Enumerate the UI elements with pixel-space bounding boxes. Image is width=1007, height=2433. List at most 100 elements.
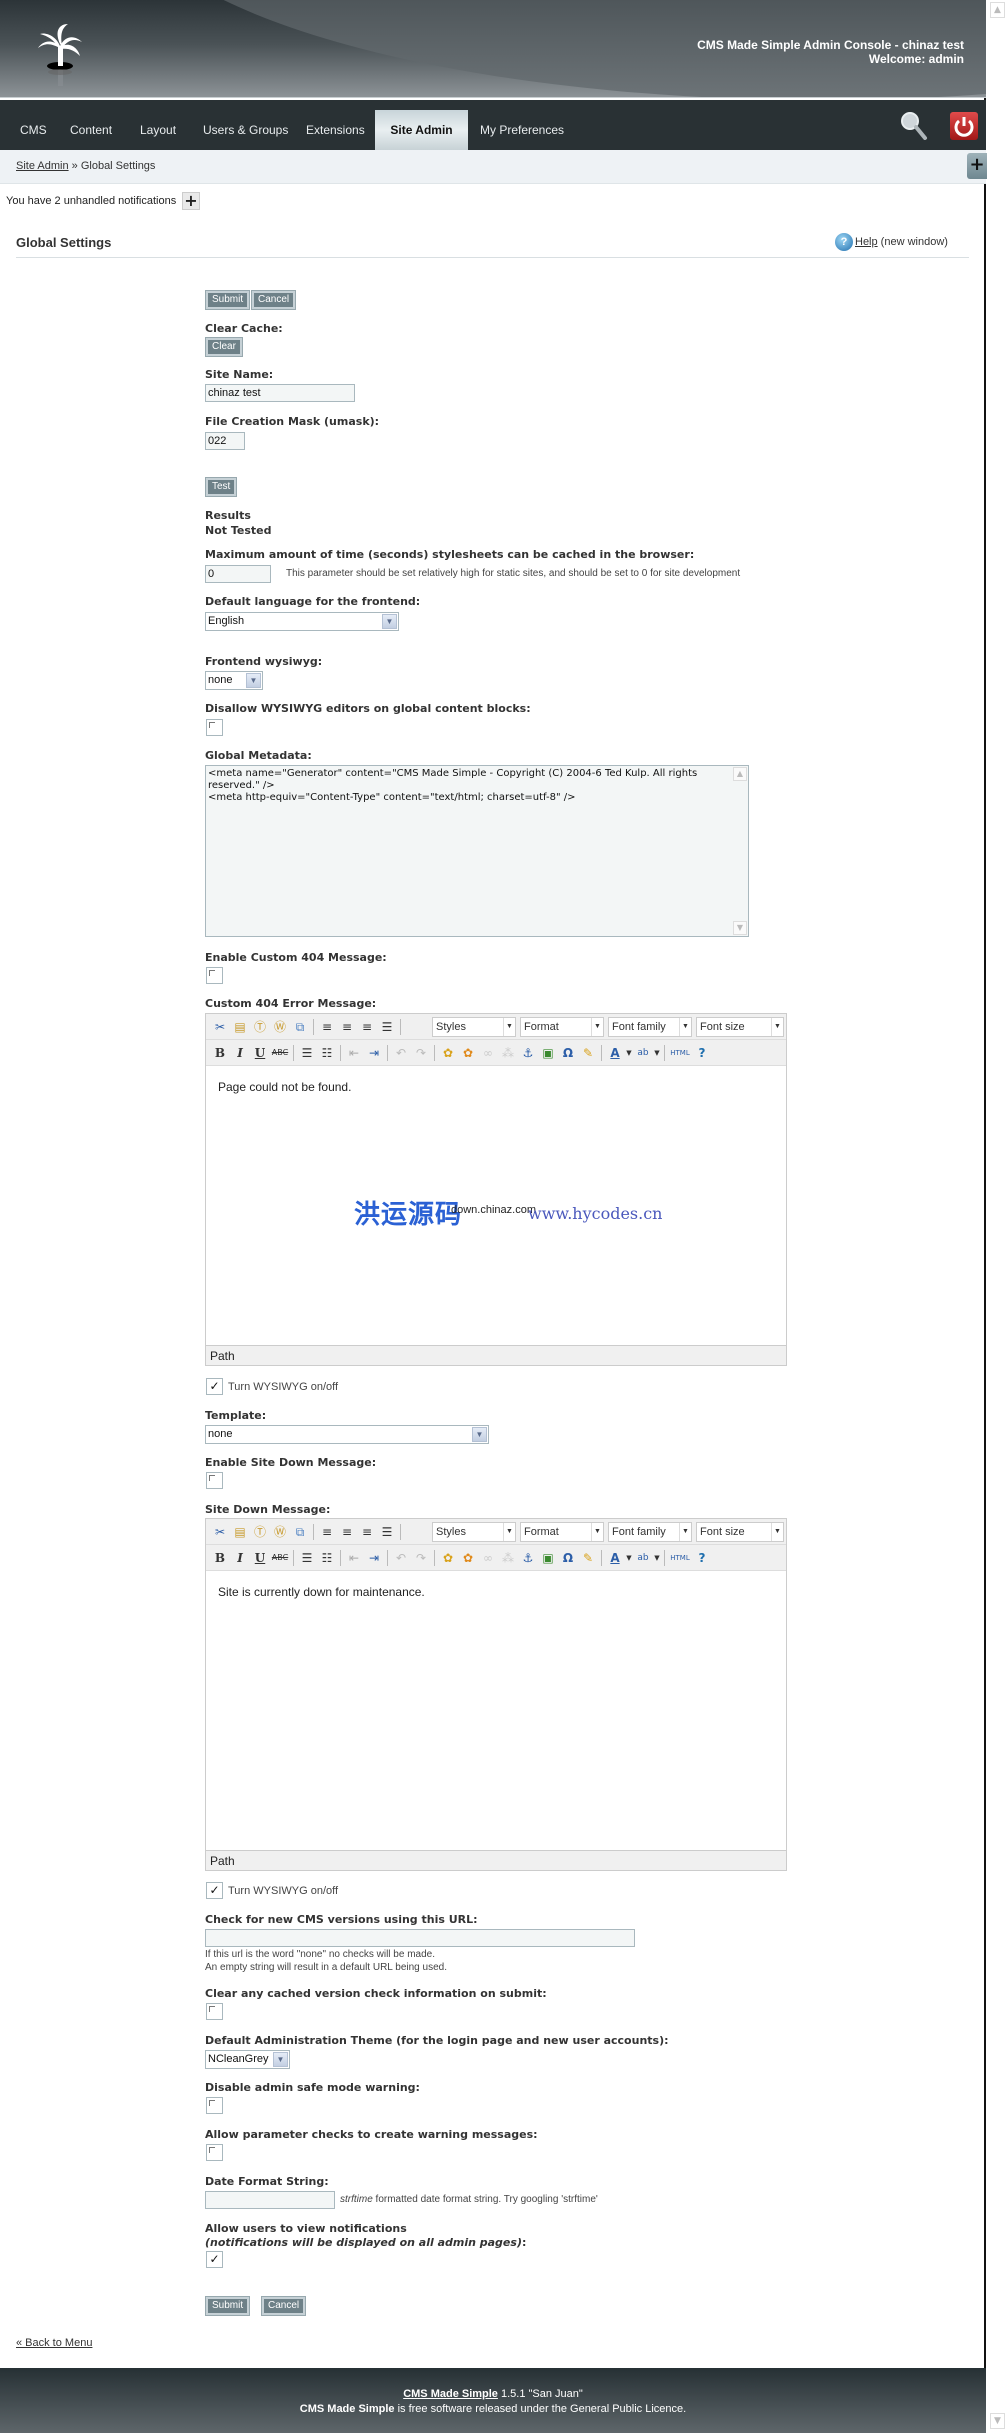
- submit-button-top[interactable]: Submit: [204, 290, 251, 310]
- copy-icon[interactable]: ⧉: [290, 1523, 310, 1541]
- cms-link-icon[interactable]: ✿: [438, 1549, 458, 1567]
- nav-item-my-preferences[interactable]: My Preferences: [468, 100, 576, 150]
- image-icon[interactable]: ▣: [538, 1549, 558, 1567]
- html-source-icon[interactable]: HTML: [668, 1044, 692, 1062]
- nav-item-extensions[interactable]: Extensions: [294, 100, 377, 150]
- nav-item-cms[interactable]: CMS: [8, 100, 59, 150]
- global-metadata-textarea[interactable]: <meta name="Generator" content="CMS Made…: [205, 765, 749, 937]
- cleanup-icon[interactable]: ✎: [578, 1549, 598, 1567]
- align-left-icon[interactable]: ≡: [317, 1523, 337, 1541]
- cut-icon[interactable]: ✂: [210, 1523, 230, 1541]
- page-scrollbar[interactable]: ▲ ▼: [988, 0, 1007, 2433]
- breadcrumb-site-admin-link[interactable]: Site Admin: [16, 160, 69, 172]
- highlight-color-icon[interactable]: ab: [633, 1044, 653, 1062]
- textarea-scroll-up-icon[interactable]: ▲: [733, 767, 747, 781]
- highlight-dropdown-icon[interactable]: ▼: [653, 1549, 661, 1567]
- editor-content-area[interactable]: Site is currently down for maintenance.: [206, 1571, 786, 1850]
- clear-cache-button[interactable]: Clear: [205, 337, 243, 357]
- help-icon[interactable]: ?: [692, 1044, 712, 1062]
- anchor-icon[interactable]: ⚓: [518, 1549, 538, 1567]
- help-icon[interactable]: ?: [835, 233, 853, 251]
- font-family-dropdown[interactable]: Font family ▼: [608, 1017, 692, 1037]
- align-center-icon[interactable]: ≡: [337, 1018, 357, 1036]
- safe-mode-checkbox[interactable]: [206, 2097, 223, 2114]
- umask-input[interactable]: 022: [205, 432, 245, 450]
- cms-link-icon[interactable]: ✿: [438, 1044, 458, 1062]
- align-right-icon[interactable]: ≡: [357, 1018, 377, 1036]
- align-justify-icon[interactable]: ☰: [377, 1523, 397, 1541]
- html-source-icon[interactable]: HTML: [668, 1549, 692, 1567]
- unlink-icon[interactable]: ⁂: [498, 1044, 518, 1062]
- site-name-input[interactable]: chinaz test: [205, 384, 355, 402]
- help-link[interactable]: Help: [855, 236, 878, 248]
- disallow-wysiwyg-checkbox[interactable]: [206, 719, 223, 736]
- numbered-list-icon[interactable]: ☷: [317, 1044, 337, 1062]
- strikethrough-icon[interactable]: ABC: [270, 1549, 290, 1567]
- admin-theme-select[interactable]: NCleanGrey ▼: [205, 2050, 290, 2069]
- highlight-dropdown-icon[interactable]: ▼: [653, 1044, 661, 1062]
- nav-item-site-admin[interactable]: Site Admin: [375, 110, 468, 150]
- cancel-button-bottom[interactable]: Cancel: [260, 2296, 307, 2316]
- date-format-input[interactable]: [205, 2191, 335, 2209]
- notifications-toggle-button[interactable]: +: [182, 192, 200, 210]
- paste-icon[interactable]: ▤: [230, 1523, 250, 1541]
- enable-404-checkbox[interactable]: [206, 967, 223, 984]
- test-button[interactable]: Test: [204, 477, 238, 497]
- undo-icon[interactable]: ↶: [391, 1549, 411, 1567]
- bullet-list-icon[interactable]: ☰: [297, 1549, 317, 1567]
- highlight-color-icon[interactable]: ab: [633, 1549, 653, 1567]
- template-select[interactable]: none ▼: [205, 1425, 489, 1444]
- enable-sitedown-checkbox[interactable]: [206, 1472, 223, 1489]
- italic-icon[interactable]: I: [230, 1549, 250, 1567]
- wysiwyg-toggle-checkbox-2[interactable]: ✓: [206, 1882, 223, 1899]
- format-dropdown[interactable]: Format ▼: [520, 1522, 604, 1542]
- text-color-icon[interactable]: A: [605, 1549, 625, 1567]
- module-link-icon[interactable]: ✿: [458, 1549, 478, 1567]
- cancel-button-top[interactable]: Cancel: [250, 290, 297, 310]
- image-icon[interactable]: ▣: [538, 1044, 558, 1062]
- bold-icon[interactable]: B: [210, 1549, 230, 1567]
- paste-word-icon[interactable]: Ⓦ: [270, 1018, 290, 1036]
- font-family-dropdown[interactable]: Font family ▼: [608, 1522, 692, 1542]
- align-justify-icon[interactable]: ☰: [377, 1018, 397, 1036]
- notifications-checkbox[interactable]: ✓: [206, 2251, 223, 2268]
- bold-icon[interactable]: B: [210, 1044, 230, 1062]
- text-color-dropdown-icon[interactable]: ▼: [625, 1044, 633, 1062]
- italic-icon[interactable]: I: [230, 1044, 250, 1062]
- param-checks-checkbox[interactable]: [206, 2144, 223, 2161]
- align-center-icon[interactable]: ≡: [337, 1523, 357, 1541]
- special-char-icon[interactable]: Ω: [558, 1044, 578, 1062]
- paste-word-icon[interactable]: Ⓦ: [270, 1523, 290, 1541]
- paste-text-icon[interactable]: Ⓣ: [250, 1523, 270, 1541]
- css-cache-input[interactable]: 0: [205, 565, 271, 583]
- outdent-icon[interactable]: ⇤: [344, 1044, 364, 1062]
- cut-icon[interactable]: ✂: [210, 1018, 230, 1036]
- nav-item-layout[interactable]: Layout: [128, 100, 188, 150]
- text-color-dropdown-icon[interactable]: ▼: [625, 1549, 633, 1567]
- submit-button-bottom[interactable]: Submit: [204, 2296, 251, 2316]
- frontend-language-select[interactable]: English ▼: [205, 612, 399, 631]
- wysiwyg-toggle-checkbox-1[interactable]: ✓: [206, 1378, 223, 1395]
- indent-icon[interactable]: ⇥: [364, 1549, 384, 1567]
- align-left-icon[interactable]: ≡: [317, 1018, 337, 1036]
- module-link-icon[interactable]: ✿: [458, 1044, 478, 1062]
- font-size-dropdown[interactable]: Font size ▼: [696, 1017, 784, 1037]
- numbered-list-icon[interactable]: ☷: [317, 1549, 337, 1567]
- version-url-input[interactable]: [205, 1929, 635, 1947]
- textarea-scroll-down-icon[interactable]: ▼: [733, 921, 747, 935]
- indent-icon[interactable]: ⇥: [364, 1044, 384, 1062]
- copy-icon[interactable]: ⧉: [290, 1018, 310, 1036]
- underline-icon[interactable]: U: [250, 1549, 270, 1567]
- strikethrough-icon[interactable]: ABC: [270, 1044, 290, 1062]
- outdent-icon[interactable]: ⇤: [344, 1549, 364, 1567]
- search-icon[interactable]: [898, 110, 928, 140]
- clear-version-checkbox[interactable]: [206, 2003, 223, 2020]
- redo-icon[interactable]: ↷: [411, 1044, 431, 1062]
- editor-content-area[interactable]: Page could not be found. 洪运源码 down.china…: [206, 1066, 786, 1345]
- paste-text-icon[interactable]: Ⓣ: [250, 1018, 270, 1036]
- bullet-list-icon[interactable]: ☰: [297, 1044, 317, 1062]
- nav-item-content[interactable]: Content: [58, 100, 124, 150]
- logout-power-icon[interactable]: [950, 112, 978, 140]
- paste-icon[interactable]: ▤: [230, 1018, 250, 1036]
- scroll-down-icon[interactable]: ▼: [990, 2413, 1005, 2429]
